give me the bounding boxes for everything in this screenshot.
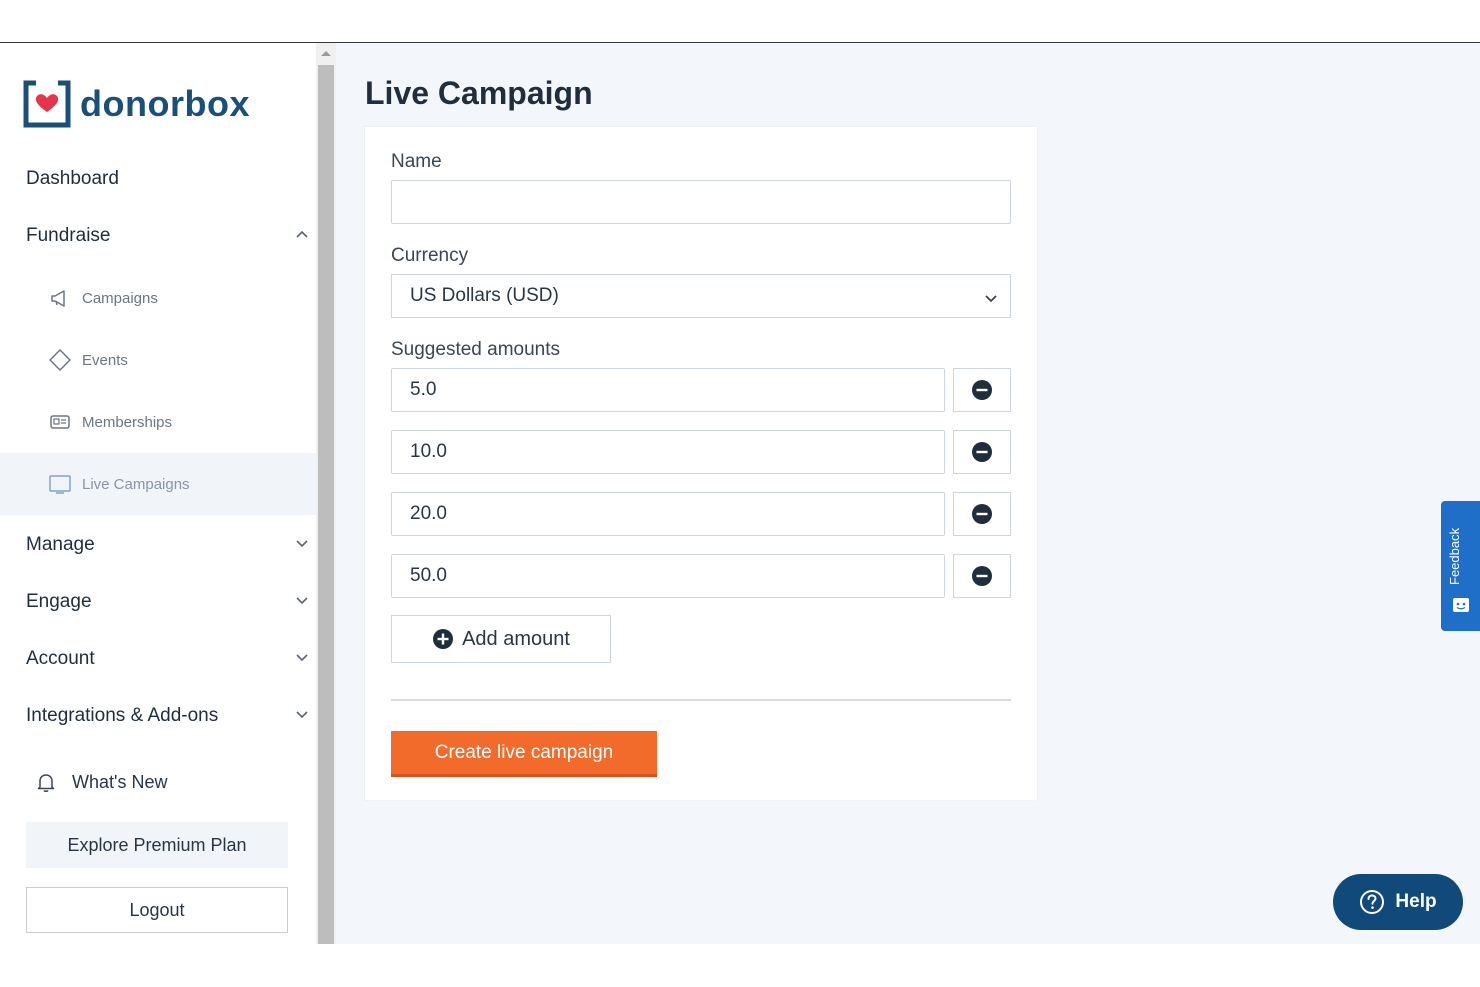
sidebar-subitem-live-campaigns[interactable]: Live Campaigns bbox=[0, 453, 316, 515]
chevron-down-icon bbox=[296, 654, 308, 662]
sidebar-subitem-label: Live Campaigns bbox=[82, 475, 190, 493]
sidebar-item-label: Engage bbox=[26, 591, 92, 612]
sidebar-item-label: Dashboard bbox=[26, 168, 119, 189]
chevron-down-icon bbox=[296, 540, 308, 548]
chevron-down-icon bbox=[296, 711, 308, 719]
form-divider bbox=[391, 699, 1011, 701]
monitor-icon bbox=[49, 475, 71, 494]
minus-circle-icon bbox=[972, 504, 992, 524]
name-label: Name bbox=[391, 151, 442, 172]
remove-amount-button[interactable] bbox=[953, 430, 1011, 474]
membership-card-icon bbox=[50, 415, 70, 429]
help-label: Help bbox=[1395, 891, 1437, 912]
chevron-down-icon bbox=[296, 597, 308, 605]
brand-logo[interactable]: donorbox bbox=[22, 79, 250, 129]
remove-amount-button[interactable] bbox=[953, 492, 1011, 536]
amount-input[interactable] bbox=[391, 430, 945, 474]
sidebar-item-label: Integrations & Add-ons bbox=[26, 705, 219, 726]
name-input[interactable] bbox=[391, 180, 1011, 224]
sidebar-item-account[interactable]: Account bbox=[0, 631, 316, 687]
sidebar-item-label: Manage bbox=[26, 534, 95, 555]
chevron-down-icon bbox=[985, 295, 997, 303]
currency-select[interactable]: US Dollars (USD) bbox=[391, 274, 1011, 318]
sidebar-item-integrations[interactable]: Integrations & Add-ons bbox=[0, 688, 316, 744]
amount-row bbox=[391, 492, 1011, 536]
sidebar-item-label: Fundraise bbox=[26, 225, 111, 246]
app-window: donorbox Dashboard Fundraise Campaigns E… bbox=[0, 42, 1480, 944]
add-amount-button[interactable]: Add amount bbox=[391, 615, 611, 663]
explore-premium-button[interactable]: Explore Premium Plan bbox=[26, 822, 288, 868]
question-circle-icon bbox=[1360, 890, 1385, 914]
minus-circle-icon bbox=[972, 442, 992, 462]
add-amount-label: Add amount bbox=[462, 627, 570, 650]
sidebar-subitem-label: Events bbox=[82, 351, 128, 369]
sidebar-item-dashboard[interactable]: Dashboard bbox=[0, 151, 316, 207]
sidebar-subitem-label: Memberships bbox=[82, 413, 173, 431]
suggested-amounts-label: Suggested amounts bbox=[391, 339, 561, 360]
minus-circle-icon bbox=[972, 380, 992, 400]
amount-row bbox=[391, 554, 1011, 598]
amount-input[interactable] bbox=[391, 368, 945, 412]
bell-icon bbox=[37, 774, 55, 792]
page-title: Live Campaign bbox=[365, 75, 593, 111]
brand-name: donorbox bbox=[80, 83, 250, 124]
create-live-campaign-button[interactable]: Create live campaign bbox=[391, 731, 657, 777]
sidebar-item-fundraise[interactable]: Fundraise bbox=[0, 208, 316, 264]
logout-button[interactable]: Logout bbox=[26, 887, 288, 933]
plus-circle-icon bbox=[433, 629, 454, 649]
donorbox-logo-icon bbox=[23, 80, 71, 128]
sidebar-subitem-campaigns[interactable]: Campaigns bbox=[0, 267, 316, 329]
sidebar-item-engage[interactable]: Engage bbox=[0, 574, 316, 630]
sidebar-subitem-events[interactable]: Events bbox=[0, 329, 316, 391]
remove-amount-button[interactable] bbox=[953, 554, 1011, 598]
megaphone-icon bbox=[51, 290, 65, 307]
whats-new-link[interactable]: What's New bbox=[0, 754, 316, 810]
scroll-up-arrow-icon[interactable] bbox=[320, 49, 332, 57]
help-button[interactable]: Help bbox=[1333, 874, 1463, 930]
amount-input[interactable] bbox=[391, 554, 945, 598]
live-campaign-form: Name Currency US Dollars (USD) Suggested… bbox=[365, 127, 1037, 800]
sidebar-item-label: Account bbox=[26, 648, 95, 669]
chevron-up-icon bbox=[296, 230, 308, 238]
currency-selected-value: US Dollars (USD) bbox=[410, 285, 559, 306]
amount-row bbox=[391, 430, 1011, 474]
scrollbar-thumb[interactable] bbox=[318, 65, 334, 944]
minus-circle-icon bbox=[972, 566, 992, 586]
sidebar-subitem-label: Campaigns bbox=[82, 289, 158, 307]
sidebar-scrollbar[interactable] bbox=[316, 43, 336, 944]
amount-input[interactable] bbox=[391, 492, 945, 536]
feedback-chat-icon bbox=[1453, 598, 1469, 612]
sidebar-subitem-memberships[interactable]: Memberships bbox=[0, 391, 316, 453]
remove-amount-button[interactable] bbox=[953, 368, 1011, 412]
sidebar: donorbox Dashboard Fundraise Campaigns E… bbox=[0, 43, 316, 944]
currency-label: Currency bbox=[391, 245, 469, 266]
feedback-label: Feedback bbox=[1447, 527, 1462, 585]
sidebar-item-manage[interactable]: Manage bbox=[0, 517, 316, 573]
amount-row bbox=[391, 368, 1011, 412]
feedback-tab[interactable]: Feedback bbox=[1441, 501, 1480, 631]
whats-new-label: What's New bbox=[72, 771, 168, 792]
ticket-icon bbox=[49, 349, 71, 371]
